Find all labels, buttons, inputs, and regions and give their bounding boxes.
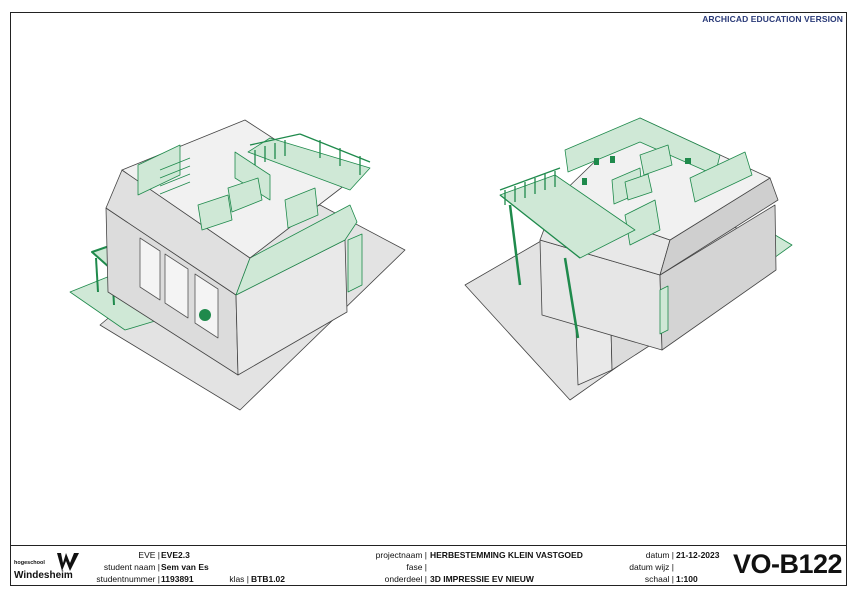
student-name-value: Sem van Es xyxy=(161,562,209,572)
student-number-label: studentnummer | xyxy=(96,574,160,584)
left-isometric-view xyxy=(69,119,406,411)
datum-label: datum | xyxy=(645,550,674,560)
logo-text-windesheim: Windesheim xyxy=(14,570,73,581)
onderdeel-label: onderdeel | xyxy=(384,574,427,584)
schaal-label: schaal | xyxy=(644,574,674,584)
eve-value: EVE2.3 xyxy=(161,550,190,560)
isometric-drawings xyxy=(69,117,793,411)
fase-label: fase | xyxy=(406,562,427,572)
logo-text-hogeschool: hogeschool xyxy=(14,560,45,566)
left-plant xyxy=(199,309,211,321)
datum-value: 21-12-2023 xyxy=(676,550,720,560)
datum-wijz-label: datum wijz | xyxy=(629,562,674,572)
sheet-code: VO-B122 xyxy=(732,549,843,579)
student-name-label: student naam | xyxy=(103,562,160,572)
right-isometric-view xyxy=(464,117,793,401)
klas-label: klas | xyxy=(229,574,249,584)
onderdeel-value: 3D IMPRESSIE EV NIEUW xyxy=(430,574,534,584)
klas-value: BTB1.02 xyxy=(251,574,286,584)
project-name-value: HERBESTEMMING KLEIN VASTGOED xyxy=(430,550,583,560)
title-block: hogeschool Windesheim EVE | EVE2.3 stude… xyxy=(11,545,846,585)
schaal-value: 1:100 xyxy=(676,574,698,584)
left-side-door xyxy=(347,233,363,293)
eve-label: EVE | xyxy=(138,550,160,560)
project-name-label: projectnaam | xyxy=(375,550,427,560)
student-number-value: 1193891 xyxy=(161,574,194,584)
right-side-door xyxy=(659,285,669,335)
